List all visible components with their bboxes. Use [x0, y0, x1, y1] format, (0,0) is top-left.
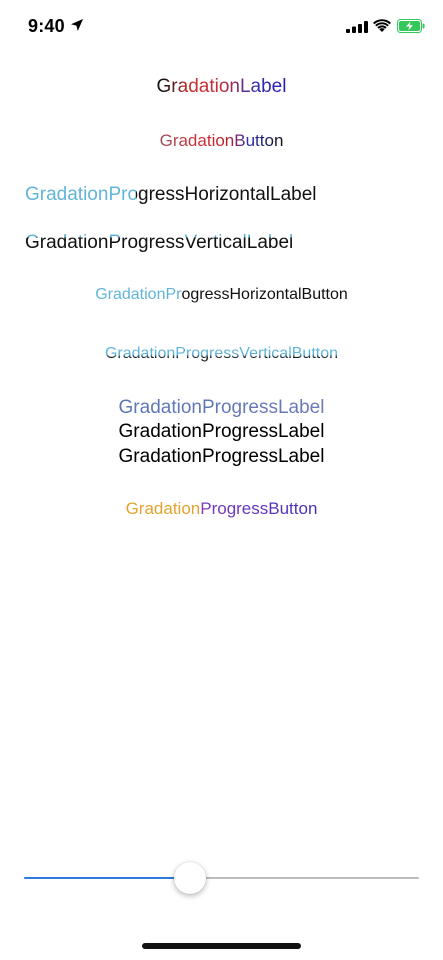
progress-label-1: GradationProgressLabel [0, 397, 443, 419]
gradation-label: GradationLabel [0, 76, 443, 98]
status-bar: 9:40 [0, 0, 443, 54]
status-time: 9:40 [28, 16, 65, 36]
progress-horizontal-button[interactable]: GradationProgressHorizontalButton [0, 286, 443, 304]
slider-fill [24, 877, 190, 879]
cellular-signal-icon [346, 21, 368, 33]
gradation-label-text: GradationLabel [156, 76, 287, 97]
wifi-icon [373, 19, 391, 32]
progress-button-label: GradationProgressButton [125, 499, 318, 518]
progress-vertical-button[interactable]: GradationProgressVerticalButton [0, 345, 443, 363]
gradation-button[interactable]: GradationButton [0, 131, 443, 151]
progress-label-2: GradationProgressLabel [118, 421, 325, 442]
progress-button[interactable]: GradationProgressButton [0, 499, 443, 519]
progress-vertical-label-text: GradationProgressVerticalLabel [25, 232, 294, 253]
progress-horizontal-label: GradationProgressHorizontalLabel [25, 184, 317, 206]
battery-charging-icon [397, 19, 425, 33]
progress-horizontal-label-text: GradationProgressHorizontalLabel [25, 184, 317, 205]
progress-label-3: GradationProgressLabel [118, 446, 325, 467]
gradation-button-label: GradationButton [159, 131, 284, 150]
slider-thumb[interactable] [173, 862, 206, 894]
home-indicator[interactable] [142, 943, 301, 949]
progress-vertical-label: GradationProgressVerticalLabel [25, 232, 293, 254]
progress-slider[interactable] [24, 860, 419, 896]
progress-label-1-text: GradationProgressLabel [118, 397, 325, 418]
progress-vertical-button-label: GradationProgressVerticalButton [104, 345, 338, 362]
location-arrow-icon [71, 19, 83, 31]
progress-horizontal-button-label: GradationProgressHorizontalButton [95, 286, 348, 303]
